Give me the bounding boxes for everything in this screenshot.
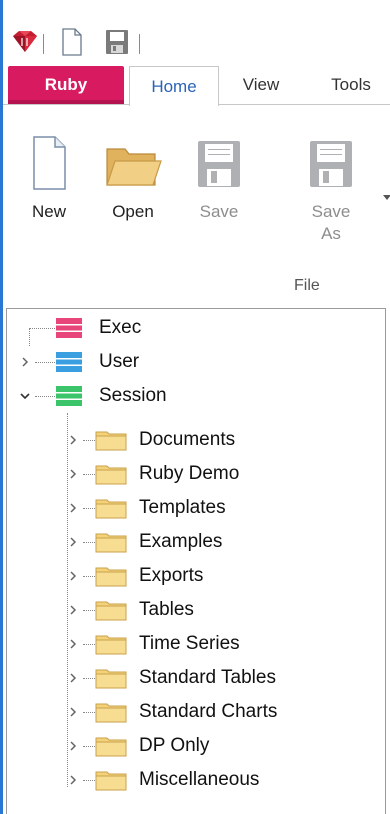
tree-item-folder[interactable]: Miscellaneous: [7, 763, 383, 797]
tree-item-folder[interactable]: Tables: [7, 593, 383, 627]
folder-icon: [95, 533, 127, 553]
tree-item-label: Miscellaneous: [139, 769, 260, 790]
save-as-label-line1: Save: [311, 202, 351, 221]
tree-item-label: Time Series: [139, 633, 240, 654]
tree-item-folder[interactable]: Documents: [7, 423, 383, 457]
chevron-right-icon[interactable]: [19, 356, 31, 368]
tree-item-label: Tables: [139, 599, 194, 620]
tree-item-label: Ruby Demo: [139, 463, 240, 484]
ribbon-panel: New Open Save Save As File: [3, 104, 390, 306]
save-as-icon: [310, 141, 352, 187]
tree-item-folder[interactable]: Examples: [7, 525, 383, 559]
chevron-right-icon[interactable]: [67, 502, 79, 514]
chevron-right-icon[interactable]: [67, 638, 79, 650]
save-as-label-line2: As: [321, 224, 341, 243]
folder-icon: [95, 771, 127, 791]
new-document-icon: [33, 136, 66, 190]
ribbon-tabs: Ruby Home View Tools: [3, 66, 390, 106]
tab-view-label: View: [242, 75, 280, 94]
new-label: New: [31, 202, 66, 221]
folder-icon: [95, 635, 127, 655]
tree-item-label: Standard Charts: [139, 701, 278, 722]
tree-item-label: Exports: [139, 565, 204, 586]
tab-ruby[interactable]: Ruby: [8, 66, 124, 104]
folder-icon: [95, 703, 127, 723]
tree-item-folder[interactable]: Standard Tables: [7, 661, 383, 695]
tree-item-folder[interactable]: DP Only: [7, 729, 383, 763]
database-icon: [56, 318, 82, 338]
folder-icon: [95, 465, 127, 485]
database-icon: [56, 386, 82, 406]
tab-view[interactable]: View: [229, 66, 293, 104]
ruby-logo-icon[interactable]: [11, 28, 39, 54]
tree-item-folder[interactable]: Standard Charts: [7, 695, 383, 729]
tree-item-label: DP Only: [139, 735, 210, 756]
tree-item-label: User: [99, 351, 140, 372]
folder-icon: [95, 737, 127, 757]
chevron-right-icon[interactable]: [67, 706, 79, 718]
save-button[interactable]: Save: [183, 135, 255, 223]
tree-item-user[interactable]: User: [7, 345, 383, 379]
toolbar-separator: [43, 34, 44, 54]
tree-item-folder[interactable]: Ruby Demo: [7, 457, 383, 491]
tree-item-label: Exec: [99, 317, 142, 338]
database-icon: [56, 352, 82, 372]
tab-tools[interactable]: Tools: [311, 66, 390, 104]
tree-view[interactable]: Exec User Session Documents Ruby Demo Te…: [6, 308, 386, 814]
folder-icon: [95, 669, 127, 689]
chevron-right-icon[interactable]: [67, 536, 79, 548]
chevron-right-icon[interactable]: [67, 672, 79, 684]
chevron-right-icon[interactable]: [67, 570, 79, 582]
chevron-down-icon[interactable]: [19, 390, 31, 402]
folder-icon: [95, 601, 127, 621]
chevron-right-icon[interactable]: [67, 774, 79, 786]
new-button[interactable]: New: [13, 135, 85, 223]
tree-item-folder[interactable]: Exports: [7, 559, 383, 593]
tree-item-label: Documents: [139, 429, 236, 450]
chevron-right-icon[interactable]: [67, 740, 79, 752]
chevron-right-icon[interactable]: [67, 434, 79, 446]
tree-item-exec[interactable]: Exec: [7, 311, 383, 346]
ribbon-overflow-arrow-icon[interactable]: [383, 195, 390, 200]
quick-access-toolbar: [3, 0, 390, 62]
folder-icon: [95, 431, 127, 451]
open-folder-icon: [106, 148, 162, 186]
tree-item-label: Examples: [139, 531, 223, 552]
toolbar-separator: [139, 34, 140, 54]
tree-item-label: Standard Tables: [139, 667, 276, 688]
ribbon-group-file-label: File: [294, 277, 320, 294]
open-label: Open: [112, 202, 154, 221]
save-disk-icon: [198, 141, 240, 187]
chevron-right-icon[interactable]: [67, 604, 79, 616]
new-document-icon[interactable]: [61, 28, 83, 56]
tree-item-folder[interactable]: Templates: [7, 491, 383, 525]
save-disk-icon[interactable]: [105, 29, 129, 55]
tree-item-label: Templates: [139, 497, 226, 518]
app-window: Ruby Home View Tools New Open Save Save …: [0, 0, 390, 814]
open-button[interactable]: Open: [97, 135, 169, 223]
chevron-right-icon[interactable]: [67, 468, 79, 480]
tree-item-session[interactable]: Session: [7, 379, 383, 413]
save-label: Save: [199, 202, 239, 221]
folder-icon: [95, 567, 127, 587]
tab-ruby-label: Ruby: [44, 75, 88, 94]
tree-item-folder[interactable]: Time Series: [7, 627, 383, 661]
save-as-button[interactable]: Save As: [295, 135, 367, 245]
tab-home[interactable]: Home: [129, 66, 219, 106]
tab-tools-label: Tools: [331, 75, 371, 94]
folder-icon: [95, 499, 127, 519]
tree-item-label: Session: [99, 385, 167, 406]
tab-home-label: Home: [151, 76, 197, 96]
